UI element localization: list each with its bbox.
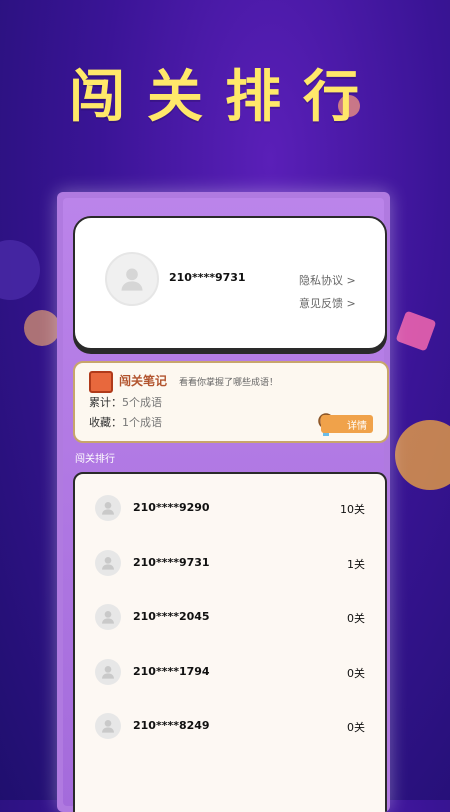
- rank-phone: 210****2045: [133, 610, 210, 623]
- list-item[interactable]: 210****9731 1关: [95, 547, 365, 579]
- background-bubble: [395, 310, 437, 352]
- user-avatar-icon: [95, 713, 121, 739]
- page-title: 闯关排行: [69, 65, 381, 130]
- user-phone: 210****9731: [169, 271, 246, 284]
- notes-card: 闯关笔记 看看你掌握了哪些成语！ 累计：5个成语 收藏：1个成语 详情: [73, 361, 389, 443]
- profile-card: 210****9731 隐私协议 > 意见反馈 >: [73, 216, 387, 350]
- list-item[interactable]: 210****9290 10关: [95, 492, 365, 524]
- user-avatar-icon: [95, 604, 121, 630]
- main-panel: 210****9731 隐私协议 > 意见反馈 > 闯关笔记 看看你掌握了哪些成…: [57, 192, 390, 812]
- user-avatar-icon: [95, 659, 121, 685]
- notebook-icon: [89, 371, 113, 393]
- notes-title: 闯关笔记: [119, 374, 168, 388]
- rank-level: 1关: [347, 558, 365, 571]
- notes-total-label: 累计：: [89, 396, 122, 409]
- user-avatar-icon: [95, 495, 121, 521]
- background-bubble: [0, 240, 40, 300]
- rank-level: 0关: [347, 667, 365, 680]
- list-item[interactable]: 210****1794 0关: [95, 656, 365, 688]
- rank-section-label: 闯关排行: [75, 454, 115, 465]
- notes-subtitle: 看看你掌握了哪些成语！: [179, 378, 279, 388]
- rank-level: 0关: [347, 721, 365, 734]
- rank-level: 0关: [347, 612, 365, 625]
- panel-inner: 210****9731 隐私协议 > 意见反馈 > 闯关笔记 看看你掌握了哪些成…: [63, 198, 389, 812]
- detail-button[interactable]: 详情: [321, 415, 373, 433]
- privacy-link[interactable]: 隐私协议 >: [299, 272, 356, 288]
- rank-phone: 210****9290: [133, 501, 210, 514]
- rank-phone: 210****1794: [133, 665, 210, 678]
- notes-total: 累计：5个成语: [89, 394, 162, 410]
- notes-favorite: 收藏：1个成语: [89, 414, 162, 430]
- rank-level: 10关: [340, 503, 365, 516]
- background-bubble: [395, 420, 450, 490]
- background-bubble: [24, 310, 60, 346]
- user-avatar-icon[interactable]: [105, 252, 159, 306]
- ranking-list: 210****9290 10关 210****9731 1关 210****20…: [73, 472, 387, 812]
- user-avatar-icon: [95, 550, 121, 576]
- list-item[interactable]: 210****8249 0关: [95, 710, 365, 742]
- list-item[interactable]: 210****2045 0关: [95, 601, 365, 633]
- feedback-link[interactable]: 意见反馈 >: [299, 295, 356, 311]
- notes-total-value: 5个成语: [122, 396, 162, 409]
- rank-phone: 210****9731: [133, 556, 210, 569]
- notes-fav-value: 1个成语: [122, 416, 162, 429]
- notes-fav-label: 收藏：: [89, 416, 122, 429]
- rank-phone: 210****8249: [133, 719, 210, 732]
